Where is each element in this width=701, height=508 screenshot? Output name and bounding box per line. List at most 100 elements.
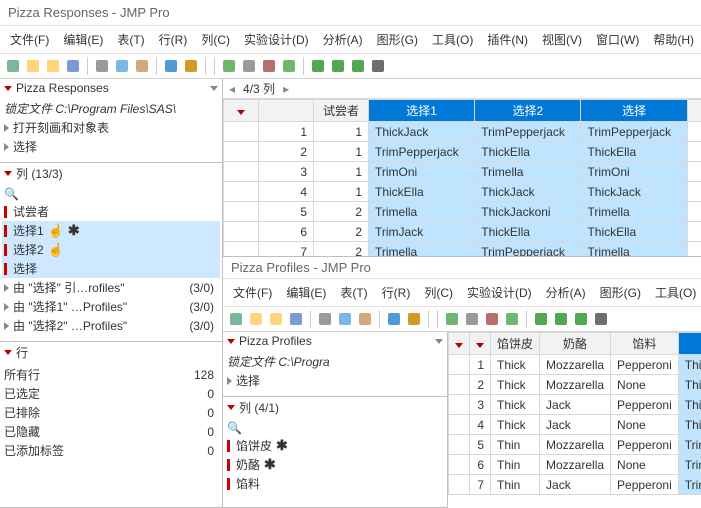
graph-icon[interactable] [260, 57, 278, 75]
column-item[interactable]: 馅料 [225, 474, 445, 493]
table-row[interactable]: 31TrimOniTrimellaTrimOni [224, 162, 701, 182]
menu-graph[interactable]: 图形(G) [594, 282, 647, 303]
cut-icon[interactable] [316, 310, 334, 328]
table-row[interactable]: 41ThickEllaThickJackThickJack [224, 182, 701, 202]
menu-tools[interactable]: 工具(O) [426, 29, 479, 50]
column-item[interactable]: 选择1 ☝ ✱ [2, 221, 220, 240]
check-icon[interactable] [349, 57, 367, 75]
menu-window[interactable]: 窗口(W) [590, 29, 645, 50]
menu-tables[interactable]: 表(T) [111, 29, 150, 50]
column-item[interactable]: 选择 [2, 259, 220, 278]
copy-icon[interactable] [113, 57, 131, 75]
table-row[interactable]: 1ThickMozzarellaPepperoniThickOni [449, 355, 701, 375]
menu-analyze[interactable]: 分析(A) [317, 29, 369, 50]
menu-doe[interactable]: 实验设计(D) [461, 282, 538, 303]
col-header[interactable]: 馅料 [611, 333, 679, 355]
cursor-icon[interactable] [369, 57, 387, 75]
cut-icon[interactable] [93, 57, 111, 75]
menu-addins[interactable]: 插件(N) [481, 29, 534, 50]
copy-icon[interactable] [336, 310, 354, 328]
save-icon[interactable] [287, 310, 305, 328]
list-icon[interactable] [385, 310, 403, 328]
row-stat[interactable]: 已隐藏0 [2, 422, 220, 441]
graph-icon[interactable] [483, 310, 501, 328]
menu-icon[interactable] [210, 86, 218, 91]
menu-edit[interactable]: 编辑(E) [57, 29, 109, 50]
open-icon[interactable] [44, 57, 62, 75]
col-header[interactable]: 选择1 [369, 100, 475, 122]
col-header[interactable]: 选择 [581, 100, 687, 122]
new-icon[interactable] [247, 310, 265, 328]
menu-analyze[interactable]: 分析(A) [540, 282, 592, 303]
panel-header-profiles[interactable]: Pizza Profiles [223, 332, 447, 350]
search-icon[interactable]: 🔍 [227, 421, 242, 435]
menu-tools[interactable]: 工具(O) [649, 282, 701, 303]
column-item[interactable]: 由 "选择" 引…rofiles"(3/0) [2, 278, 220, 297]
menu-rows[interactable]: 行(R) [376, 282, 417, 303]
menu-help[interactable]: 帮助(H) [647, 29, 700, 50]
table-row[interactable]: 3ThickJackPepperoniThickJackoni [449, 395, 701, 415]
panel-header-rows[interactable]: 行 [0, 342, 222, 363]
dist-icon[interactable] [280, 57, 298, 75]
menu-file[interactable]: 文件(F) [227, 282, 278, 303]
data-grid-top[interactable]: 试尝者 选择1 选择2 选择 11ThickJackTrimPepperjack… [223, 99, 701, 257]
col-header[interactable]: 奶酪 [540, 333, 611, 355]
flag-icon[interactable] [552, 310, 570, 328]
menu-file[interactable]: 文件(F) [4, 29, 55, 50]
flag-icon[interactable] [329, 57, 347, 75]
panel-header-columns[interactable]: 列 (4/1) [223, 397, 447, 418]
panel-header-columns[interactable]: 列 (13/3) [0, 163, 222, 184]
table-row[interactable]: 6ThinMozzarellaNoneTrimella [449, 455, 701, 475]
col-header[interactable]: ID [678, 333, 701, 355]
table-row[interactable]: 4ThickJackNoneThickJack [449, 415, 701, 435]
menu-doe[interactable]: 实验设计(D) [238, 29, 315, 50]
menu-edit[interactable]: 编辑(E) [280, 282, 332, 303]
panel-header-responses[interactable]: Pizza Responses [0, 79, 222, 97]
table-icon[interactable] [227, 310, 245, 328]
table-row[interactable]: 5ThinMozzarellaPepperoniTrimOni [449, 435, 701, 455]
table-row[interactable]: 62TrimJackThickEllaThickElla [224, 222, 701, 242]
new-icon[interactable] [24, 57, 42, 75]
menu-icon[interactable] [435, 339, 443, 344]
paste-icon[interactable] [356, 310, 374, 328]
table-row[interactable]: 7ThinJackPepperoniTrimPepperjack [449, 475, 701, 495]
column-item[interactable]: 试尝者 [2, 202, 220, 221]
calc-icon[interactable] [463, 310, 481, 328]
arrow-icon[interactable] [532, 310, 550, 328]
open-icon[interactable] [267, 310, 285, 328]
row-stat[interactable]: 已排除0 [2, 403, 220, 422]
table-row[interactable]: 52TrimellaThickJackoniTrimella [224, 202, 701, 222]
table-row[interactable]: 72TrimellaTrimPepperjackTrimella [224, 242, 701, 258]
panel-item[interactable]: 选择 [225, 371, 445, 390]
check-icon[interactable] [572, 310, 590, 328]
col-header[interactable]: 试尝者 [314, 100, 369, 122]
dist-icon[interactable] [503, 310, 521, 328]
menu-cols[interactable]: 列(C) [195, 29, 236, 50]
lock-icon[interactable] [405, 310, 423, 328]
col-header[interactable]: 选择2 [475, 100, 581, 122]
column-item[interactable]: 由 "选择1" …Profiles"(3/0) [2, 297, 220, 316]
table-row[interactable]: 21TrimPepperjackThickEllaThickElla [224, 142, 701, 162]
save-icon[interactable] [64, 57, 82, 75]
column-item[interactable]: 奶酪 ✱ [225, 455, 445, 474]
panel-item[interactable]: 打开刻画和对象表 [2, 118, 220, 137]
menu-tables[interactable]: 表(T) [334, 282, 373, 303]
search-icon[interactable]: 🔍 [4, 187, 19, 201]
grid-icon[interactable] [443, 310, 461, 328]
lock-icon[interactable] [182, 57, 200, 75]
menu-graph[interactable]: 图形(G) [371, 29, 424, 50]
row-stat[interactable]: 已选定0 [2, 384, 220, 403]
column-item[interactable]: 由 "选择2" …Profiles"(3/0) [2, 316, 220, 335]
arrow-icon[interactable] [309, 57, 327, 75]
grid-icon[interactable] [220, 57, 238, 75]
cursor-icon[interactable] [592, 310, 610, 328]
table-icon[interactable] [4, 57, 22, 75]
row-stat[interactable]: 已添加标签0 [2, 441, 220, 460]
menu-cols[interactable]: 列(C) [418, 282, 459, 303]
row-stat[interactable]: 所有行128 [2, 365, 220, 384]
column-item[interactable]: 馅饼皮 ✱ [225, 436, 445, 455]
table-row[interactable]: 2ThickMozzarellaNoneThickElla [449, 375, 701, 395]
calc-icon[interactable] [240, 57, 258, 75]
col-header[interactable]: 馅饼皮 [491, 333, 540, 355]
table-row[interactable]: 11ThickJackTrimPepperjackTrimPepperjack [224, 122, 701, 142]
